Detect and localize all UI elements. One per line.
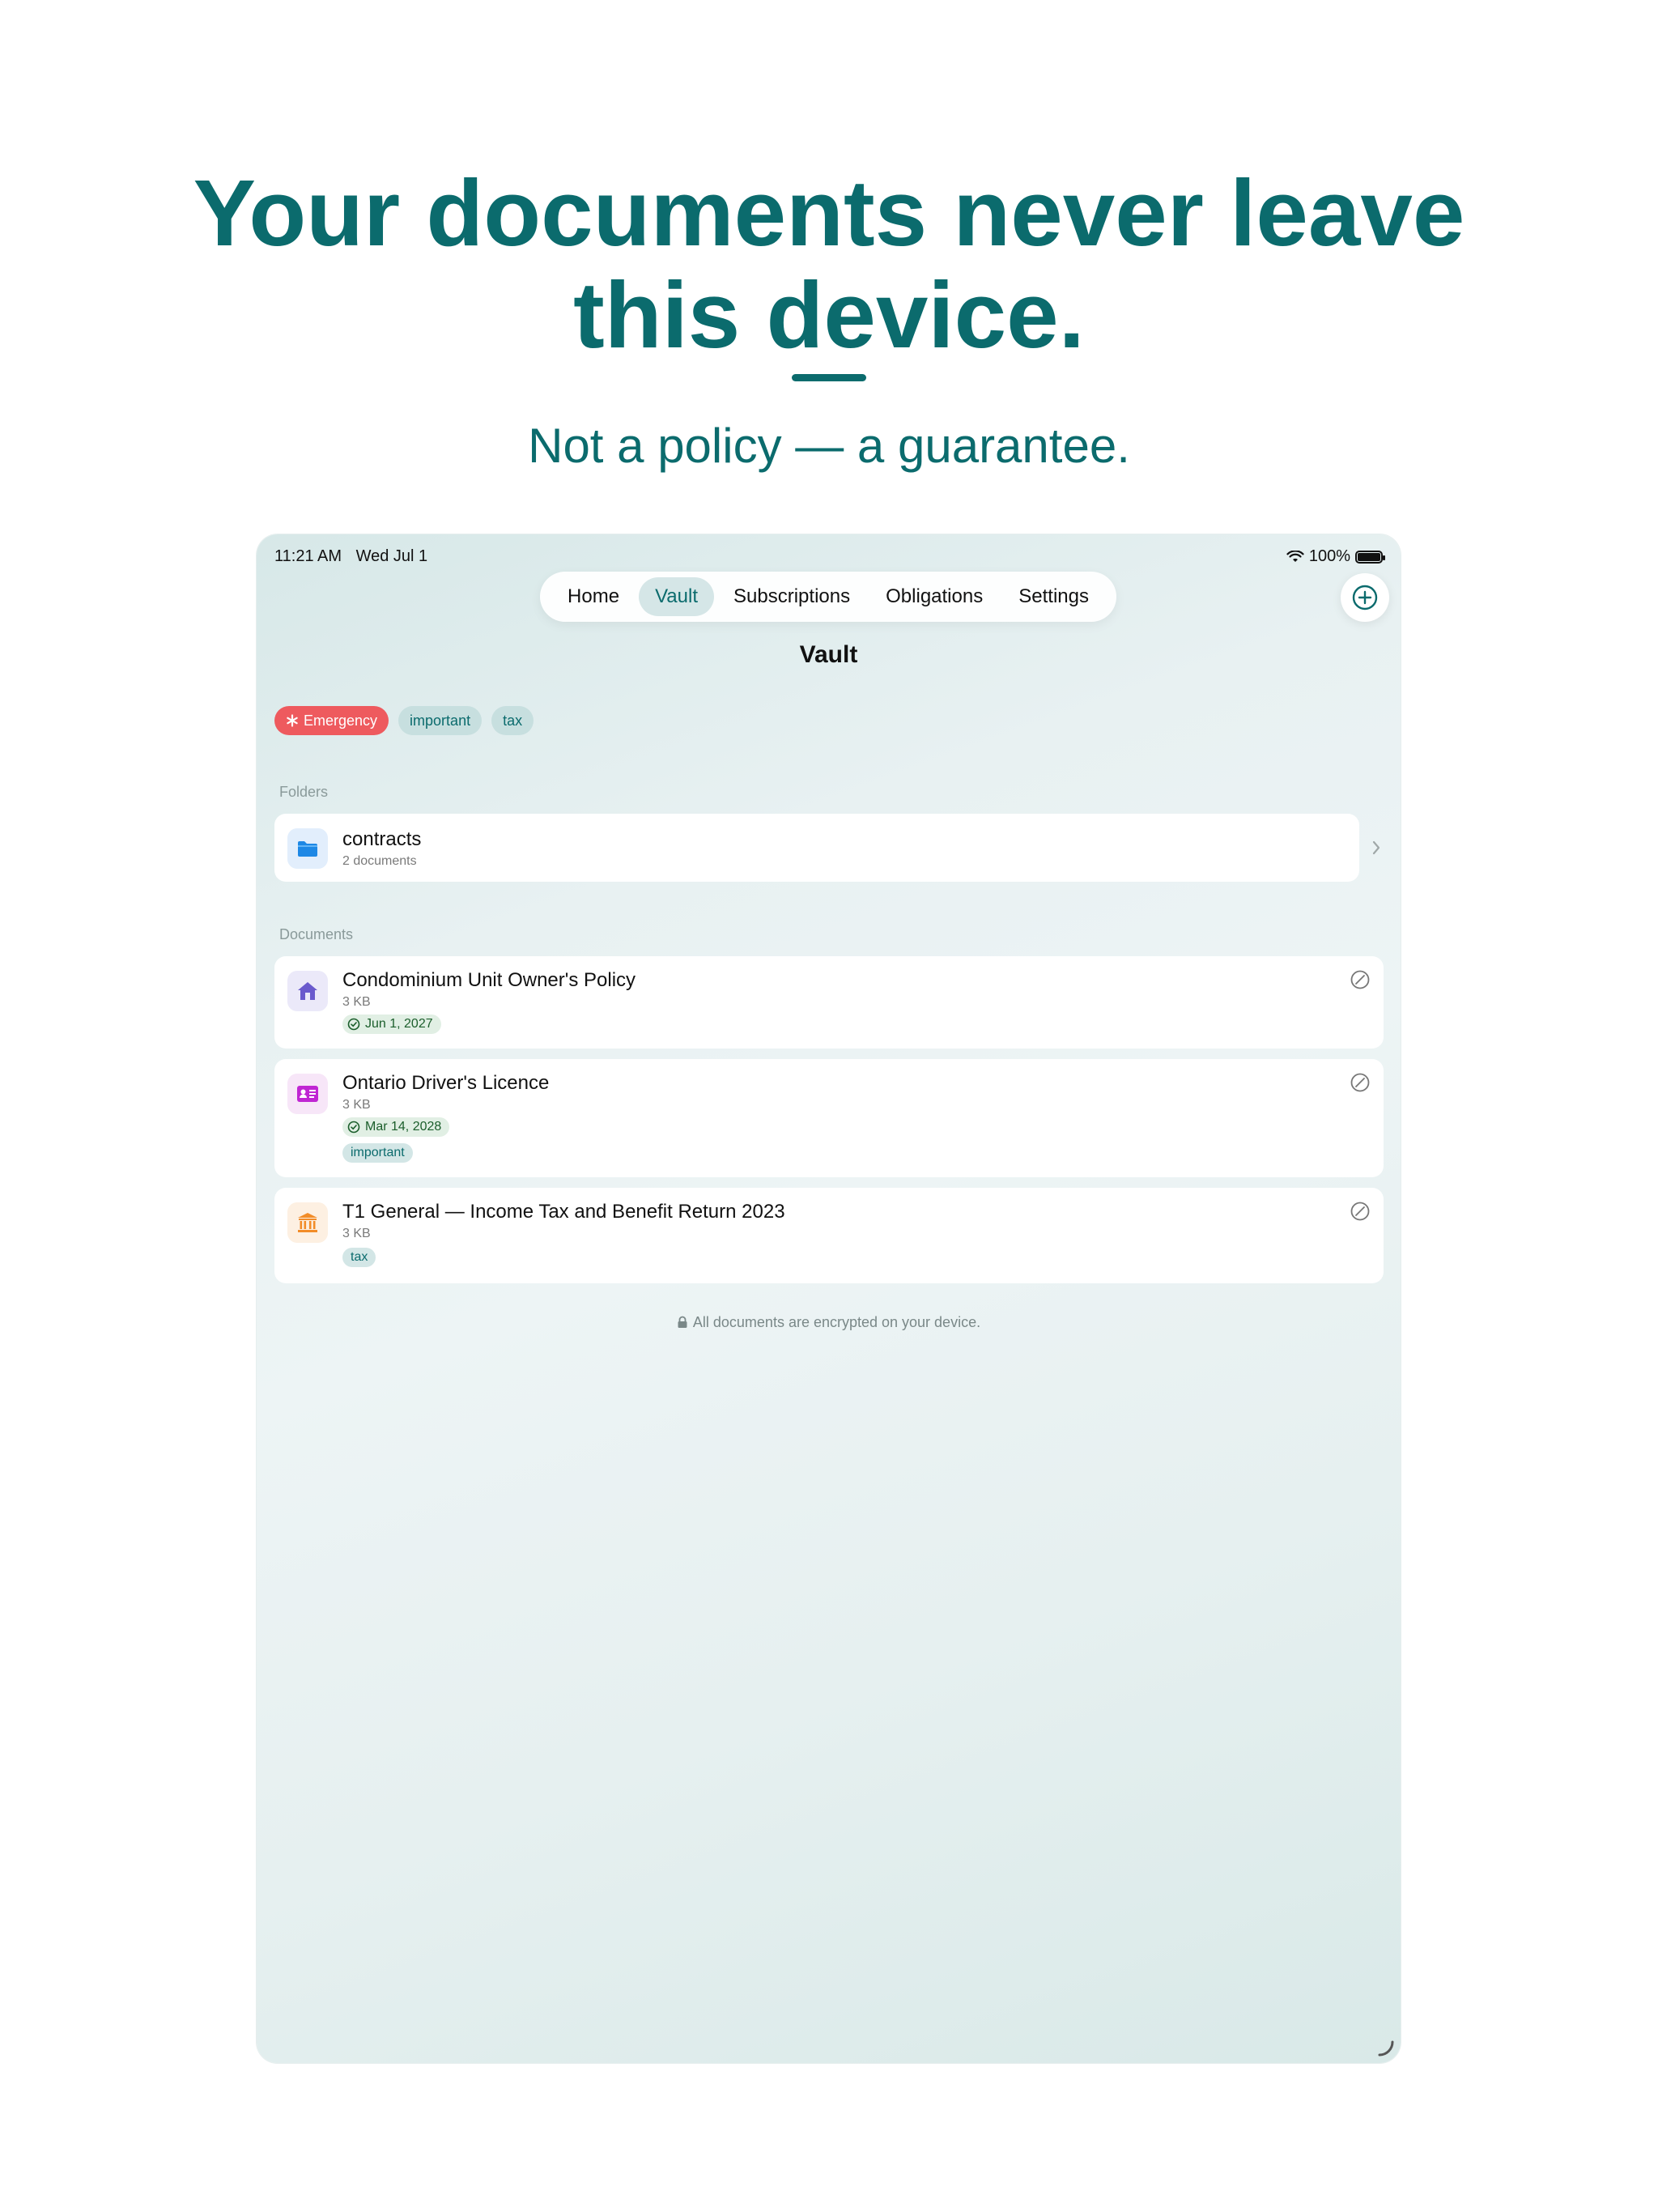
house-icon <box>298 982 317 1000</box>
status-time: 11:21 AM <box>274 547 342 565</box>
asterisk-icon <box>287 714 298 727</box>
not-backed-up-icon <box>1350 970 1370 989</box>
chip-tax[interactable]: tax <box>491 706 534 735</box>
clock-check-icon <box>347 1018 360 1031</box>
tab-settings[interactable]: Settings <box>1002 577 1105 616</box>
document-size: 3 KB <box>342 1098 371 1112</box>
folder-row-contracts[interactable]: contracts 2 documents <box>274 814 1359 882</box>
chevron-right-icon <box>1372 840 1380 855</box>
plus-circle-icon <box>1352 585 1378 610</box>
device-screen: 11:21 AM Wed Jul 1 100% Home Vault Subsc… <box>257 534 1401 2063</box>
document-icon-tile <box>287 1074 328 1114</box>
status-date: Wed Jul 1 <box>355 547 428 565</box>
chip-important[interactable]: important <box>398 706 483 735</box>
document-row[interactable]: T1 General — Income Tax and Benefit Retu… <box>274 1188 1384 1283</box>
not-backed-up-icon <box>1350 1073 1370 1092</box>
expiry-badge: Jun 1, 2027 <box>342 1015 441 1034</box>
document-title: Condominium Unit Owner's Policy <box>342 969 636 991</box>
expiry-date: Mar 14, 2028 <box>365 1120 442 1134</box>
filter-chips: Emergency important tax <box>274 706 534 735</box>
document-title: T1 General — Income Tax and Benefit Retu… <box>342 1201 785 1223</box>
clock-check-icon <box>347 1121 360 1134</box>
battery-percent: 100% <box>1308 547 1350 565</box>
folder-count: 2 documents <box>342 854 417 868</box>
chip-label: Emergency <box>304 712 378 729</box>
document-row[interactable]: Condominium Unit Owner's Policy 3 KB Jun… <box>274 956 1384 1049</box>
headline-divider <box>792 374 866 381</box>
tab-vault[interactable]: Vault <box>639 577 714 616</box>
not-backed-up-icon <box>1350 1202 1370 1221</box>
folder-icon <box>298 841 317 857</box>
document-icon-tile <box>287 971 328 1011</box>
folder-icon-tile <box>287 828 328 869</box>
document-size: 3 KB <box>342 1227 371 1240</box>
document-title: Ontario Driver's Licence <box>342 1072 550 1094</box>
battery-icon <box>1355 550 1385 564</box>
encryption-note-text: All documents are encrypted on your devi… <box>692 1314 981 1330</box>
document-size: 3 KB <box>342 995 371 1009</box>
tab-bar: Home Vault Subscriptions Obligations Set… <box>540 572 1116 622</box>
id-card-icon <box>297 1086 318 1102</box>
folders-section-label: Folders <box>279 784 329 800</box>
expiry-date: Jun 1, 2027 <box>365 1017 433 1031</box>
document-tag: important <box>342 1143 413 1163</box>
tab-subscriptions[interactable]: Subscriptions <box>717 577 866 616</box>
expiry-badge: Mar 14, 2028 <box>342 1117 450 1137</box>
wifi-icon <box>1286 550 1304 562</box>
folder-name: contracts <box>342 828 422 850</box>
chip-emergency[interactable]: Emergency <box>274 706 389 735</box>
status-bar: 11:21 AM Wed Jul 1 100% <box>274 546 1385 568</box>
lock-icon <box>678 1316 687 1328</box>
bank-icon <box>298 1213 317 1232</box>
document-tag: tax <box>342 1248 376 1267</box>
add-button[interactable] <box>1341 573 1389 622</box>
encryption-note: All documents are encrypted on your devi… <box>257 1314 1401 1331</box>
headline: Your documents never leave this device. <box>193 160 1465 368</box>
document-row[interactable]: Ontario Driver's Licence 3 KB Mar 14, 20… <box>274 1059 1384 1177</box>
page-title: Vault <box>799 641 858 668</box>
tab-obligations[interactable]: Obligations <box>869 577 999 616</box>
tab-home[interactable]: Home <box>551 577 636 616</box>
resize-handle-icon[interactable] <box>1375 2037 1396 2058</box>
documents-section-label: Documents <box>279 926 354 942</box>
document-icon-tile <box>287 1202 328 1243</box>
subhead: Not a policy — a guarantee. <box>528 419 1130 473</box>
